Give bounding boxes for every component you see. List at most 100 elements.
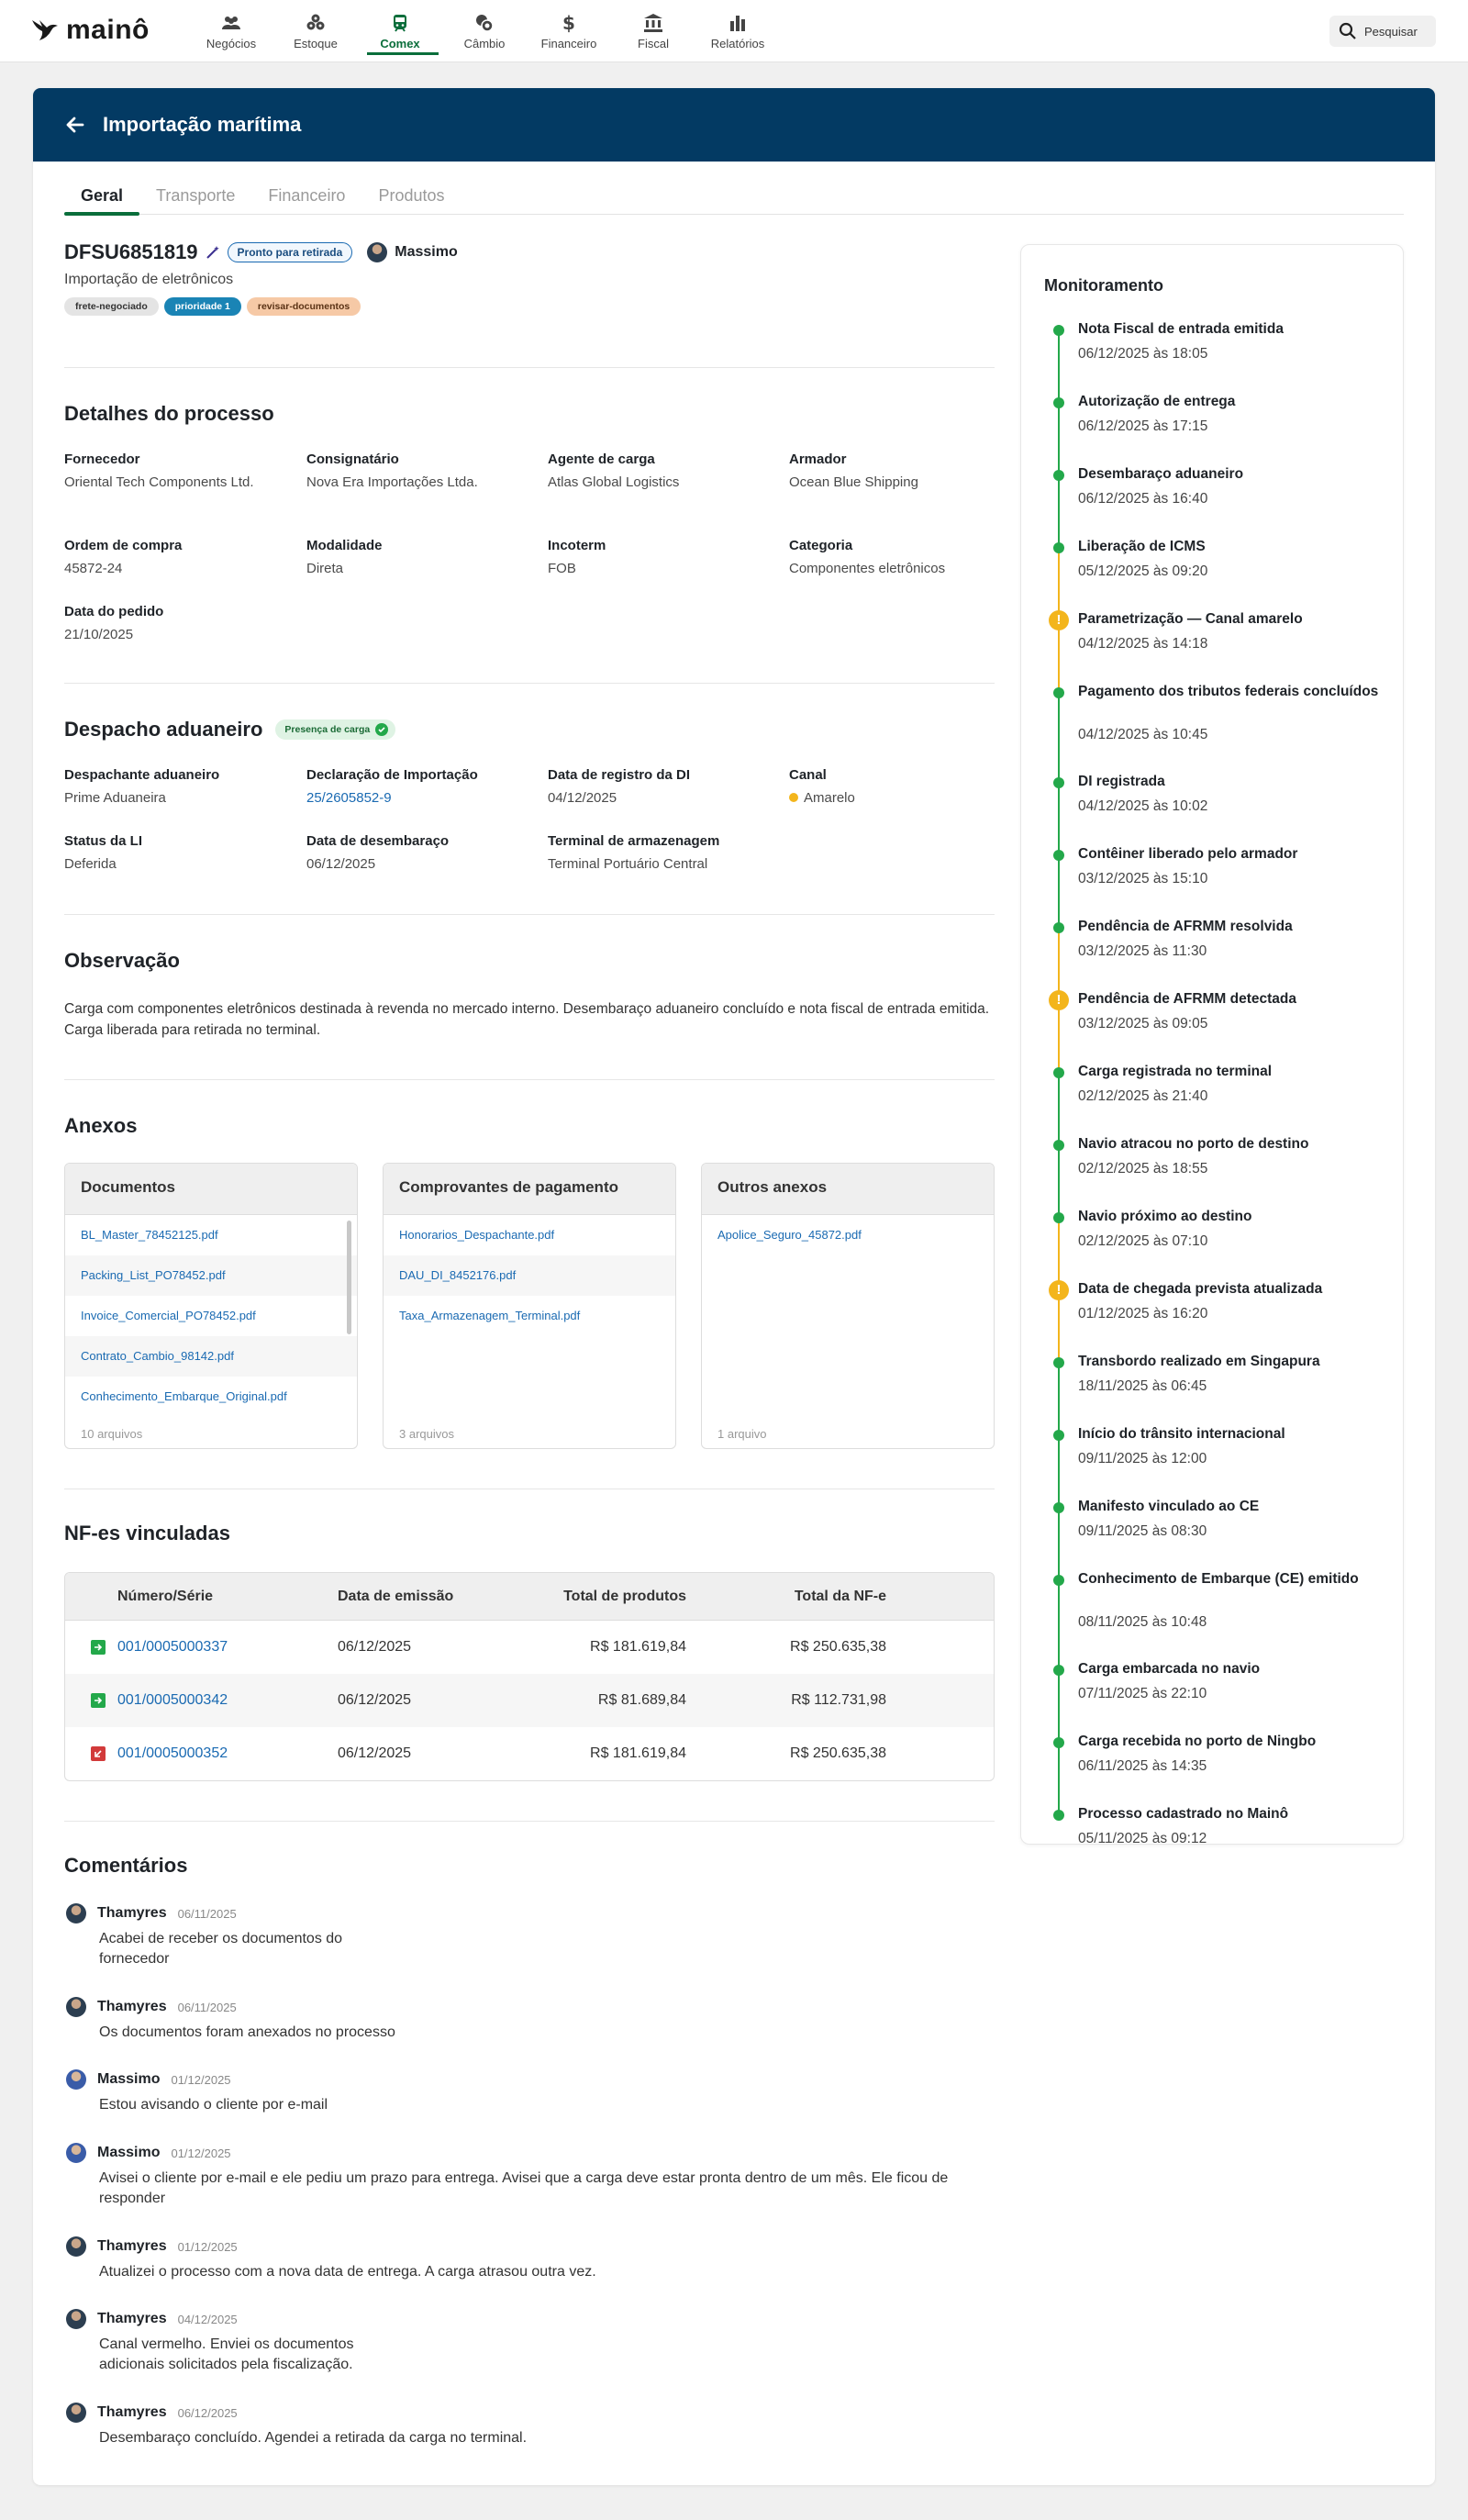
comment-date: 01/12/2025 — [171, 2146, 231, 2160]
back-arrow-icon[interactable] — [64, 114, 86, 136]
status-dot-icon — [1053, 1140, 1064, 1151]
field-label: Categoria — [789, 538, 853, 553]
timeline-connector — [1058, 547, 1060, 619]
attachment-file[interactable]: Taxa_Armazenagem_Terminal.pdf — [384, 1296, 675, 1336]
timeline-event-title: Pendência de AFRMM detectada — [1078, 991, 1297, 1007]
monitoring-title: Monitoramento — [1044, 276, 1163, 295]
attachment-file[interactable]: Conhecimento_Embarque_Original.pdf — [65, 1377, 357, 1417]
attachment-file[interactable]: Packing_List_PO78452.pdf — [65, 1255, 357, 1296]
avatar — [66, 2069, 86, 2090]
field-status-li: Status da LI Deferida — [64, 833, 284, 875]
attachment-file[interactable]: Honorarios_Despachante.pdf — [384, 1215, 675, 1255]
field-label: Agente de carga — [548, 452, 655, 467]
avatar — [66, 1997, 86, 2017]
timeline-event-title: Carga embarcada no navio — [1078, 1661, 1261, 1677]
timeline-event-title: Início do trânsito internacional — [1078, 1426, 1285, 1442]
yellow-dot-icon — [789, 793, 798, 802]
status-dot-icon — [1053, 1502, 1064, 1513]
comment: Massimo 01/12/2025 Estou avisando o clien… — [66, 2069, 996, 2115]
field-terminal: Terminal de armazenagem Terminal Portuári… — [548, 833, 786, 875]
field-label: Data de desembaraço — [306, 833, 450, 849]
boxes-icon — [306, 14, 325, 30]
attachments-title: Anexos — [64, 1114, 138, 1137]
timeline-event-date: 05/11/2025 às 09:12 — [1078, 1831, 1207, 1846]
tab-transporte[interactable]: Transporte — [139, 180, 251, 215]
status-dot-icon — [1053, 1212, 1064, 1223]
train-icon — [394, 15, 406, 32]
attachment-file[interactable]: Contrato_Cambio_98142.pdf — [65, 1336, 357, 1377]
status-dot-icon — [1053, 325, 1064, 336]
nav-item-cambio[interactable]: Câmbio — [442, 0, 527, 62]
timeline-connector — [1058, 1144, 1060, 1217]
search-label: Pesquisar — [1364, 24, 1418, 39]
logo-text: mainô — [66, 15, 150, 45]
tab-geral[interactable]: Geral — [64, 180, 140, 216]
timeline-event-date: 04/12/2025 às 14:18 — [1078, 636, 1208, 652]
attachment-file[interactable]: BL_Master_78452125.pdf — [65, 1215, 357, 1255]
field-label: Despachante aduaneiro — [64, 767, 220, 783]
tab-produtos[interactable]: Produtos — [361, 180, 461, 215]
comment-date: 01/12/2025 — [171, 2072, 231, 2087]
field-value: 21/10/2025 — [64, 627, 134, 642]
comment-date: 06/11/2025 — [177, 1906, 237, 1921]
tab-financeiro[interactable]: Financeiro — [251, 180, 361, 215]
timeline-event-date: 02/12/2025 às 21:40 — [1078, 1088, 1208, 1104]
comment-text: Atualizei o processo com a nova data de … — [99, 2264, 596, 2280]
comment-text: Os documentos foram anexados no processo — [99, 2024, 395, 2040]
timeline-event-date: 05/12/2025 às 09:20 — [1078, 563, 1208, 579]
magic-wand-icon[interactable] — [206, 245, 220, 260]
field-data-pedido: Data do pedido 21/10/2025 — [64, 604, 275, 645]
nfes-table: Número/Série Data de emissão Total de pr… — [64, 1572, 995, 1781]
nfe-number-link[interactable]: 001/0005000337 — [117, 1639, 338, 1656]
nav-item-financeiro[interactable]: $ Financeiro — [527, 0, 611, 62]
timeline-event-date: 08/11/2025 às 10:48 — [1078, 1614, 1207, 1630]
nav-item-negocios[interactable]: Negócios — [189, 0, 273, 62]
attachment-file[interactable]: Invoice_Comercial_PO78452.pdf — [65, 1296, 357, 1336]
comment: Thamyres 04/12/2025 Canal vermelho. Envie… — [66, 2309, 996, 2375]
nfe-number-link[interactable]: 001/0005000342 — [117, 1692, 338, 1709]
timeline-event-title: Transbordo realizado em Singapura — [1078, 1354, 1320, 1369]
comment-text: Acabei de receber os documentos do forne… — [99, 1931, 343, 1967]
tag[interactable]: revisar-documentos — [246, 297, 361, 316]
nav-label: Câmbio — [463, 37, 506, 50]
scrollbar[interactable] — [347, 1221, 351, 1334]
field-value: 06/12/2025 — [306, 856, 376, 872]
logo[interactable]: mainô — [31, 15, 150, 46]
di-link[interactable]: 25/2605852-9 — [306, 788, 527, 808]
timeline-event-title: Nota Fiscal de entrada emitida — [1078, 321, 1284, 337]
warning-icon: ! — [1049, 1280, 1069, 1300]
search-button[interactable]: Pesquisar — [1329, 16, 1436, 47]
timeline-event-date: 03/12/2025 às 09:05 — [1078, 1016, 1208, 1031]
field-label: Declaração de Importação — [306, 767, 478, 783]
tag-list: frete-negociado prioridade 1 revisar-docum… — [64, 297, 366, 316]
attachment-file[interactable]: DAU_DI_8452176.pdf — [384, 1255, 675, 1296]
attachment-count: 1 arquivo — [717, 1427, 767, 1441]
table-row[interactable]: 001/0005000337 06/12/2025 R$ 181.619,84 … — [65, 1621, 994, 1674]
timeline-event-date: 03/12/2025 às 11:30 — [1078, 943, 1207, 959]
nav-item-estoque[interactable]: Estoque — [273, 0, 358, 62]
nav-item-relatorios[interactable]: Relatórios — [695, 0, 780, 62]
nfe-number-link[interactable]: 001/0005000352 — [117, 1745, 338, 1762]
timeline-event-title: Data de chegada prevista atualizada — [1078, 1281, 1323, 1297]
status-dot-icon — [1053, 1737, 1064, 1748]
table-row[interactable]: 001/0005000352 06/12/2025 R$ 181.619,84 … — [65, 1727, 994, 1780]
comment: Massimo 01/12/2025 Avisei o cliente por e… — [66, 2143, 996, 2209]
table-row[interactable]: 001/0005000342 06/12/2025 R$ 81.689,84 R… — [65, 1674, 994, 1727]
comment: Thamyres 06/11/2025 Acabei de receber os … — [66, 1903, 996, 1969]
timeline-connector — [1058, 692, 1060, 782]
attachment-file[interactable]: Apolice_Seguro_45872.pdf — [702, 1215, 994, 1255]
field-desembaraco: Data de desembaraço 06/12/2025 — [306, 833, 527, 875]
field-registro-di: Data de registro da DI 04/12/2025 — [548, 767, 768, 808]
nfe-in-icon — [91, 1693, 106, 1708]
card-header: Importação marítima — [33, 88, 1435, 162]
status-dot-icon — [1053, 1430, 1064, 1441]
avatar — [66, 2309, 86, 2329]
nav-item-fiscal[interactable]: Fiscal — [611, 0, 695, 62]
tag[interactable]: frete-negociado — [64, 297, 159, 316]
tag[interactable]: prioridade 1 — [163, 297, 241, 316]
comment-author: Thamyres — [97, 2311, 167, 2326]
attachment-group-comprovantes: Comprovantes de pagamento Honorarios_Des… — [383, 1163, 676, 1449]
field-categoria: Categoria Componentes eletrônicos — [789, 538, 1000, 579]
nav-item-comex[interactable]: Comex — [358, 0, 442, 62]
attachment-group-title: Outros anexos — [702, 1164, 994, 1215]
